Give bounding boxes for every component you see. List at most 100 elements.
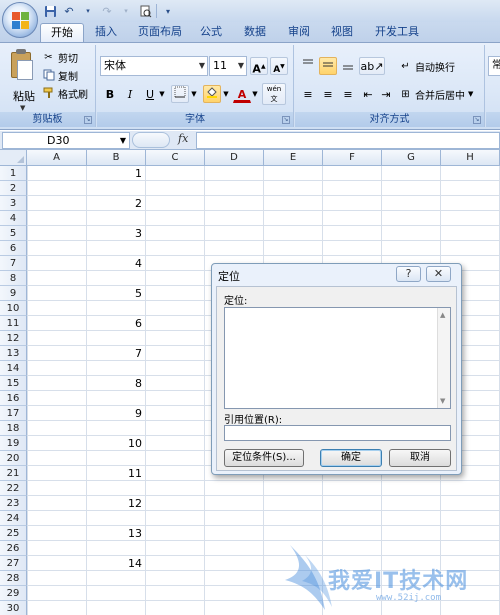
borders-dropdown-icon[interactable]: ▼ <box>189 85 199 103</box>
row-header[interactable]: 12 <box>0 331 27 346</box>
row-header[interactable]: 13 <box>0 346 27 361</box>
row-header[interactable]: 26 <box>0 541 27 556</box>
cell-b17[interactable]: 9 <box>87 406 145 421</box>
alignment-launcher-icon[interactable]: ↘ <box>473 116 481 124</box>
row-header[interactable]: 27 <box>0 556 27 571</box>
increase-indent-icon[interactable]: ⇥ <box>377 85 395 103</box>
scroll-up-icon[interactable]: ▲ <box>440 311 445 319</box>
row-header[interactable]: 11 <box>0 316 27 331</box>
row-header[interactable]: 10 <box>0 301 27 316</box>
tab-developer[interactable]: 开发工具 <box>368 23 426 42</box>
cell-b7[interactable]: 4 <box>87 256 145 271</box>
save-icon[interactable] <box>42 3 58 19</box>
cell-b25[interactable]: 13 <box>87 526 145 541</box>
column-header-f[interactable]: F <box>323 150 382 166</box>
row-header[interactable]: 8 <box>0 271 27 286</box>
row-header[interactable]: 7 <box>0 256 27 271</box>
tab-data[interactable]: 数据 <box>236 23 274 42</box>
special-button[interactable]: 定位条件(S)... <box>224 449 304 467</box>
fill-color-dropdown-icon[interactable]: ▼ <box>221 85 231 103</box>
cancel-button[interactable]: 取消 <box>389 449 451 467</box>
row-header[interactable]: 19 <box>0 436 27 451</box>
number-format-select[interactable]: 常 <box>488 56 500 76</box>
row-header[interactable]: 15 <box>0 376 27 391</box>
font-color-button[interactable]: A <box>233 85 251 103</box>
insert-function-button[interactable]: fx <box>178 132 188 145</box>
print-preview-icon[interactable] <box>137 3 153 19</box>
column-header-g[interactable]: G <box>382 150 441 166</box>
merge-center-button[interactable]: ⊞ 合并后居中 ▼ <box>399 86 473 102</box>
row-header[interactable]: 21 <box>0 466 27 481</box>
copy-button[interactable]: 复制 <box>42 67 78 83</box>
font-color-dropdown-icon[interactable]: ▼ <box>250 85 260 103</box>
row-header[interactable]: 18 <box>0 421 27 436</box>
scroll-down-icon[interactable]: ▼ <box>440 397 445 405</box>
select-all-button[interactable] <box>0 150 27 166</box>
column-header-e[interactable]: E <box>264 150 323 166</box>
align-top-icon[interactable] <box>299 57 317 75</box>
row-header[interactable]: 29 <box>0 586 27 601</box>
column-header-h[interactable]: H <box>441 150 500 166</box>
cell-b19[interactable]: 10 <box>87 436 145 451</box>
underline-dropdown-icon[interactable]: ▼ <box>157 85 167 103</box>
cell-b3[interactable]: 2 <box>87 196 145 211</box>
borders-button[interactable] <box>171 85 189 103</box>
row-header[interactable]: 22 <box>0 481 27 496</box>
grow-font-button[interactable]: A▲ <box>250 57 268 76</box>
tab-page-layout[interactable]: 页面布局 <box>130 23 190 42</box>
bold-button[interactable]: B <box>101 85 119 103</box>
row-header[interactable]: 3 <box>0 196 27 211</box>
align-center-icon[interactable]: ≡ <box>319 85 337 103</box>
listbox-scrollbar[interactable]: ▲ ▼ <box>437 308 450 408</box>
tab-formulas[interactable]: 公式 <box>192 23 230 42</box>
row-header[interactable]: 24 <box>0 511 27 526</box>
redo-icon[interactable]: ↷ <box>99 3 115 19</box>
row-header[interactable]: 28 <box>0 571 27 586</box>
redo-dropdown-icon[interactable]: ▾ <box>118 3 134 19</box>
cell-b27[interactable]: 14 <box>87 556 145 571</box>
format-painter-button[interactable]: 格式刷 <box>42 85 88 101</box>
font-launcher-icon[interactable]: ↘ <box>282 116 290 124</box>
cell-b15[interactable]: 8 <box>87 376 145 391</box>
phonetic-button[interactable]: wén 文 <box>262 83 286 105</box>
cell-b9[interactable]: 5 <box>87 286 145 301</box>
row-header[interactable]: 30 <box>0 601 27 615</box>
font-name-select[interactable]: 宋体 ▼ <box>100 56 208 76</box>
italic-button[interactable]: I <box>121 85 139 103</box>
tab-insert[interactable]: 插入 <box>86 23 126 42</box>
formula-input[interactable] <box>196 132 500 149</box>
customize-icon[interactable]: ▾ <box>160 3 176 19</box>
goto-listbox[interactable]: ▲ ▼ <box>224 307 451 409</box>
tab-view[interactable]: 视图 <box>323 23 361 42</box>
close-icon[interactable]: ✕ <box>426 266 451 282</box>
decrease-indent-icon[interactable]: ⇤ <box>359 85 377 103</box>
cell-b11[interactable]: 6 <box>87 316 145 331</box>
font-size-select[interactable]: 11 ▼ <box>209 56 247 76</box>
ok-button[interactable]: 确定 <box>320 449 382 467</box>
align-middle-icon[interactable] <box>319 57 337 75</box>
cell-b1[interactable]: 1 <box>87 166 145 181</box>
formula-splitter[interactable] <box>132 132 170 148</box>
row-header[interactable]: 16 <box>0 391 27 406</box>
align-right-icon[interactable]: ≡ <box>339 85 357 103</box>
name-box[interactable]: D30 ▼ <box>2 132 130 149</box>
undo-icon[interactable]: ↶ <box>61 3 77 19</box>
reference-input[interactable] <box>224 425 451 441</box>
undo-dropdown-icon[interactable]: ▾ <box>80 3 96 19</box>
row-header[interactable]: 2 <box>0 181 27 196</box>
row-header[interactable]: 4 <box>0 211 27 226</box>
cell-b13[interactable]: 7 <box>87 346 145 361</box>
cell-b5[interactable]: 3 <box>87 226 145 241</box>
wrap-text-button[interactable]: ↵ 自动换行 <box>399 58 455 74</box>
row-header[interactable]: 23 <box>0 496 27 511</box>
row-header[interactable]: 1 <box>0 166 27 181</box>
column-header-c[interactable]: C <box>146 150 205 166</box>
tab-home[interactable]: 开始 <box>40 23 84 42</box>
orientation-button[interactable]: ab↗ <box>359 57 385 75</box>
paste-dropdown-icon[interactable]: ▼ <box>20 104 25 112</box>
row-header[interactable]: 9 <box>0 286 27 301</box>
office-button[interactable] <box>2 2 38 38</box>
align-bottom-icon[interactable] <box>339 57 357 75</box>
shrink-font-button[interactable]: A▼ <box>270 57 288 75</box>
tab-review[interactable]: 审阅 <box>280 23 318 42</box>
